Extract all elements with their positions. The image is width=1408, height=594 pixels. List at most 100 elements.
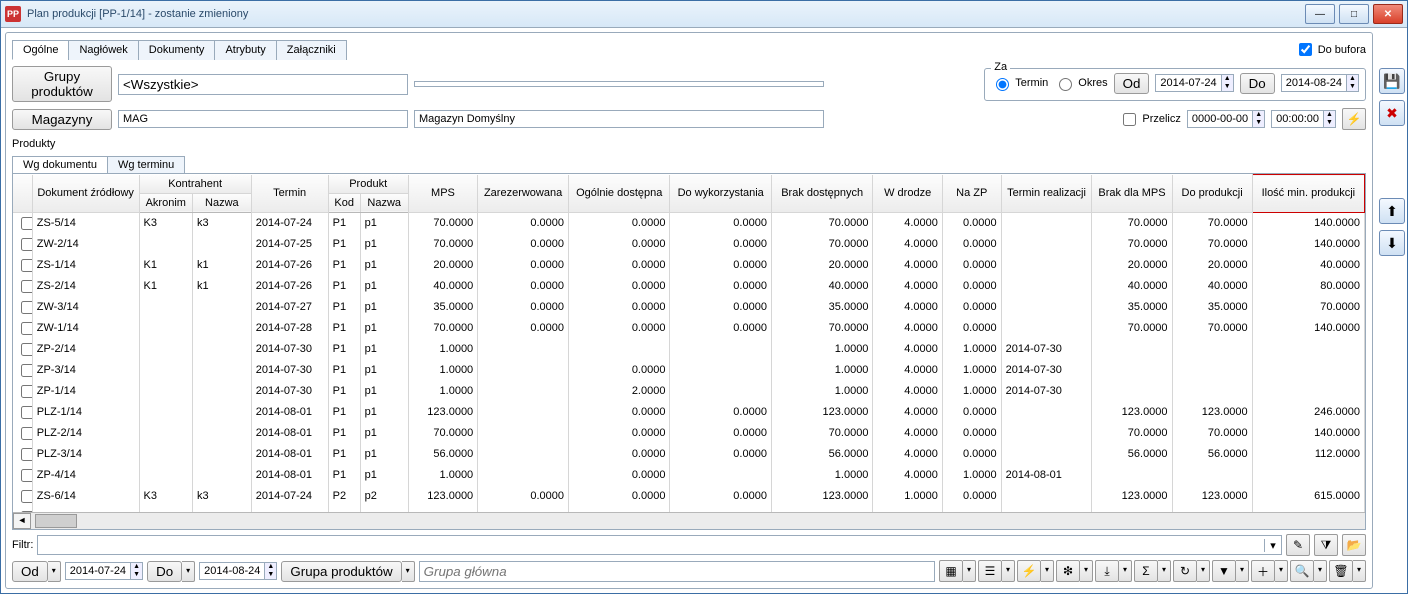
table-row[interactable]: PLZ-3/142014-08-01P1p156.00000.00000.000… <box>13 444 1365 465</box>
row-checkbox[interactable] <box>21 469 32 482</box>
lightning-icon[interactable]: ⚡ <box>1017 560 1041 582</box>
export-up-icon[interactable]: ⬆ <box>1379 198 1405 224</box>
col-nazwa-k[interactable]: Nazwa <box>192 193 251 212</box>
row-checkbox[interactable] <box>21 490 32 503</box>
tab-wg-dokumentu[interactable]: Wg dokumentu <box>12 156 108 173</box>
refresh-icon-button[interactable]: ↻▾ <box>1173 560 1210 582</box>
close-button[interactable]: ✕ <box>1373 4 1403 24</box>
export-down-icon[interactable]: ⬇ <box>1379 230 1405 256</box>
dropdown-icon[interactable]: ▾ <box>1236 560 1249 582</box>
za-do-button[interactable]: Do <box>1240 73 1275 94</box>
za-date-from[interactable]: 2014-07-24▲▼ <box>1155 74 1233 92</box>
lightning-icon-button[interactable]: ⚡▾ <box>1017 560 1054 582</box>
import-icon-button[interactable]: ⤓▾ <box>1095 560 1132 582</box>
groups-extra-field[interactable] <box>414 81 824 87</box>
arrow-down-icon-button[interactable]: ▼▾ <box>1212 560 1249 582</box>
row-checkbox[interactable] <box>21 406 32 419</box>
filter-dropdown-icon[interactable]: ▾ <box>1264 539 1281 552</box>
bottom-date-from[interactable]: 2014-07-24▲▼ <box>65 562 143 580</box>
przelicz-time[interactable]: 00:00:00▲▼ <box>1271 110 1336 128</box>
okres-radio[interactable]: Okres <box>1054 75 1107 91</box>
grupa-produktow-button[interactable]: Grupa produktów▾ <box>281 561 414 582</box>
col-akronim[interactable]: Akronim <box>139 193 192 212</box>
dropdown-icon[interactable]: ▾ <box>1314 560 1327 582</box>
groups-field[interactable] <box>118 74 408 95</box>
do-bufora-checkbox[interactable]: Do bufora <box>1295 40 1366 59</box>
minimize-button[interactable]: ― <box>1305 4 1335 24</box>
scroll-left-icon[interactable]: ◄ <box>13 513 31 529</box>
maximize-button[interactable]: □ <box>1339 4 1369 24</box>
list-icon[interactable]: ☰ <box>978 560 1002 582</box>
col-nazwa-p[interactable]: Nazwa <box>360 193 408 212</box>
dropdown-icon[interactable]: ▾ <box>1158 560 1171 582</box>
table-row[interactable]: ZP-3/142014-07-30P1p11.00000.00001.00004… <box>13 360 1365 381</box>
col-brak[interactable]: Brak dostępnych <box>771 175 872 213</box>
dropdown-icon[interactable]: ▾ <box>1002 560 1015 582</box>
list-icon-button[interactable]: ☰▾ <box>978 560 1015 582</box>
col-termin[interactable]: Termin <box>251 175 328 213</box>
termin-radio[interactable]: Termin <box>991 75 1048 91</box>
tab-dokumenty[interactable]: Dokumenty <box>138 40 216 60</box>
leaf-icon-button[interactable]: ❇▾ <box>1056 560 1093 582</box>
magnify-icon-button[interactable]: 🔍▾ <box>1290 560 1327 582</box>
col-nazp[interactable]: Na ZP <box>942 175 1001 213</box>
filter-funnel-icon[interactable]: ⧩ <box>1314 534 1338 556</box>
magazyn-code[interactable]: MAG <box>118 110 408 128</box>
magnify-icon[interactable]: 🔍 <box>1290 560 1314 582</box>
table-row[interactable]: ZP-1/142014-07-30P1p11.00002.00001.00004… <box>13 381 1365 402</box>
przelicz-date[interactable]: 0000-00-00▲▼ <box>1187 110 1265 128</box>
table-row[interactable]: ZS-6/14K3k32014-07-24P2p2123.00000.00000… <box>13 486 1365 507</box>
plus-icon[interactable]: ＋ <box>1251 560 1275 582</box>
row-checkbox[interactable] <box>21 301 32 314</box>
dropdown-icon[interactable]: ▾ <box>1353 560 1366 582</box>
row-checkbox[interactable] <box>21 259 32 272</box>
za-date-to[interactable]: 2014-08-24▲▼ <box>1281 74 1359 92</box>
dropdown-icon[interactable]: ▾ <box>1119 560 1132 582</box>
row-checkbox[interactable] <box>21 280 32 293</box>
bottom-date-to[interactable]: 2014-08-24▲▼ <box>199 562 277 580</box>
leaf-icon[interactable]: ❇ <box>1056 560 1080 582</box>
grid-icon-button[interactable]: ▦▾ <box>939 560 976 582</box>
table-row[interactable]: PLZ-2/142014-08-01P1p170.00000.00000.000… <box>13 423 1365 444</box>
tab-atrybuty[interactable]: Atrybuty <box>214 40 276 60</box>
col-trealiz[interactable]: Termin realizacji <box>1001 175 1092 213</box>
sum-icon-button[interactable]: Σ▾ <box>1134 560 1171 582</box>
col-check[interactable] <box>13 175 32 213</box>
table-row[interactable]: ZS-2/14K1k12014-07-26P1p140.00000.00000.… <box>13 276 1365 297</box>
arrow-down-icon[interactable]: ▼ <box>1212 560 1236 582</box>
do-bufora-input[interactable] <box>1299 43 1312 56</box>
filter-input[interactable]: ▾ <box>37 535 1282 555</box>
dropdown-icon[interactable]: ▾ <box>1041 560 1054 582</box>
row-checkbox[interactable] <box>21 238 32 251</box>
za-od-button[interactable]: Od <box>1114 73 1150 94</box>
tab-wg-terminu[interactable]: Wg terminu <box>107 156 185 173</box>
col-ogolnie[interactable]: Ogólnie dostępna <box>568 175 669 213</box>
col-produkt[interactable]: Produkt <box>328 175 408 194</box>
col-brakmps[interactable]: Brak dla MPS <box>1092 175 1172 213</box>
table-row[interactable]: ZP-2/142014-07-30P1p11.00001.00004.00001… <box>13 339 1365 360</box>
col-kod[interactable]: Kod <box>328 193 360 212</box>
lightning-icon-button[interactable]: ⚡ <box>1342 108 1366 130</box>
col-zarezerwowana[interactable]: Zarezerwowana <box>478 175 569 213</box>
table-row[interactable]: PLZ-1/142014-08-01P1p1123.00000.00000.00… <box>13 402 1365 423</box>
trash-icon-button[interactable]: 🗑▾ <box>1329 560 1366 582</box>
groups-button[interactable]: Grupy produktów <box>12 66 112 102</box>
table-row[interactable]: ZP-4/142014-08-01P1p11.00000.00001.00004… <box>13 465 1365 486</box>
table-row[interactable]: ZW-1/142014-07-28P1p170.00000.00000.0000… <box>13 318 1365 339</box>
row-checkbox[interactable] <box>21 364 32 377</box>
col-dowyk[interactable]: Do wykorzystania <box>670 175 771 213</box>
table-row[interactable]: ZW-3/142014-07-27P1p135.00000.00000.0000… <box>13 297 1365 318</box>
grid-icon[interactable]: ▦ <box>939 560 963 582</box>
save-icon[interactable]: 💾 <box>1379 68 1405 94</box>
table-row[interactable]: ZS-1/14K1k12014-07-26P1p120.00000.00000.… <box>13 255 1365 276</box>
table-row[interactable]: ZS-5/14K3k32014-07-24P1p170.00000.00000.… <box>13 212 1365 234</box>
filter-open-icon[interactable]: 📂 <box>1342 534 1366 556</box>
row-checkbox[interactable] <box>21 217 32 230</box>
sum-icon[interactable]: Σ <box>1134 560 1158 582</box>
przelicz-checkbox[interactable]: Przelicz <box>1119 110 1181 129</box>
tab-zalaczniki[interactable]: Załączniki <box>276 40 347 60</box>
magazyny-button[interactable]: Magazyny <box>12 109 112 130</box>
col-iloscmin[interactable]: Ilość min. produkcji <box>1252 175 1364 213</box>
dropdown-icon[interactable]: ▾ <box>1275 560 1288 582</box>
row-checkbox[interactable] <box>21 343 32 356</box>
